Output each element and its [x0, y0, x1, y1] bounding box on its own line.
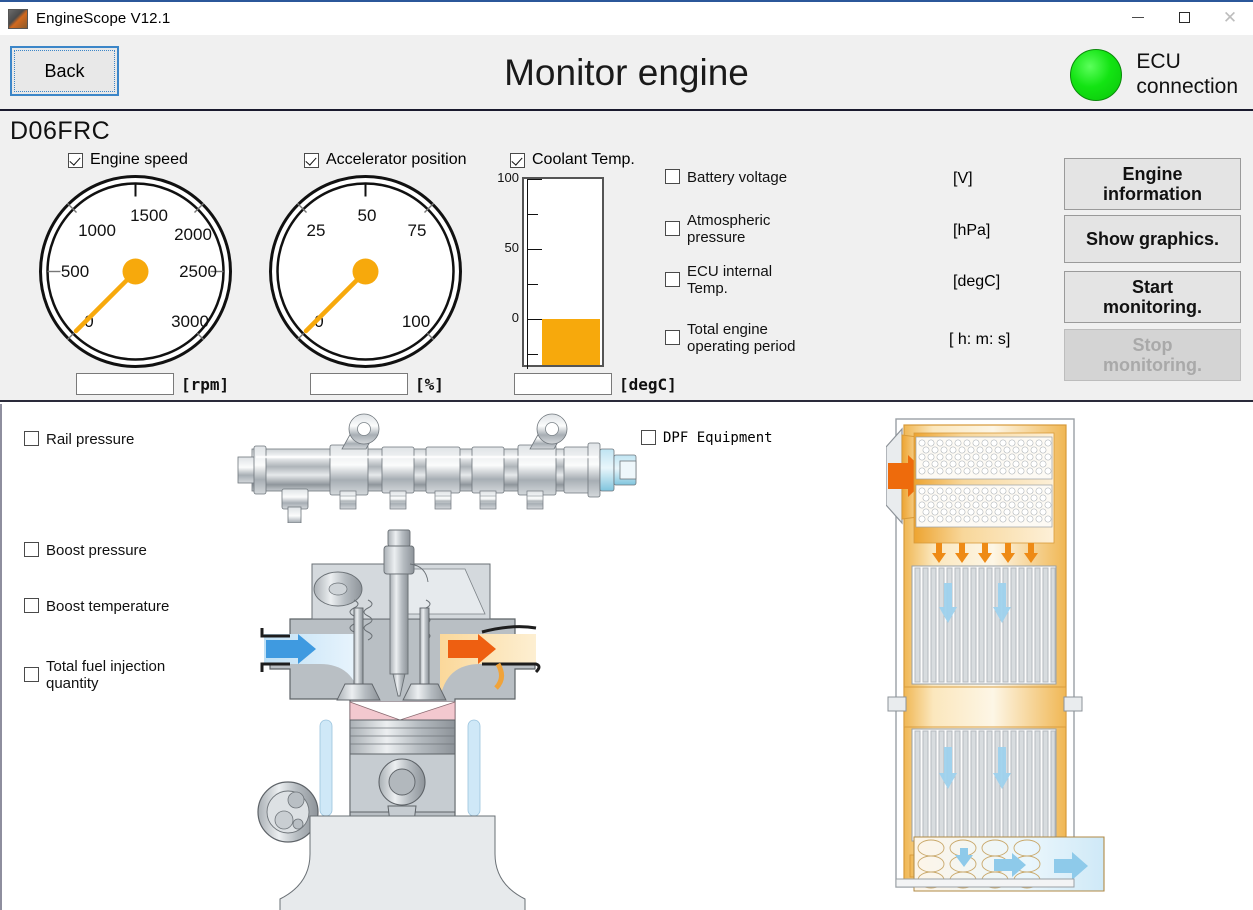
- svg-text:50: 50: [358, 206, 377, 225]
- accelerator-position-value-row: [%]: [310, 373, 444, 395]
- coolant-temp-checkbox-row[interactable]: Coolant Temp.: [510, 151, 635, 169]
- engine-speed-unit: [rpm]: [181, 375, 229, 394]
- coolant-temp-tick-100: 100: [493, 170, 519, 185]
- window-controls: ✕: [1115, 1, 1253, 36]
- minimize-icon[interactable]: [1115, 1, 1161, 34]
- battery-voltage-checkbox[interactable]: [665, 169, 680, 184]
- page-title: Monitor engine: [0, 35, 1253, 111]
- battery-voltage-label: Battery voltage: [687, 169, 787, 186]
- coolant-temp-value-field[interactable]: [514, 373, 612, 395]
- boost-pressure-label: Boost pressure: [46, 542, 147, 559]
- rail-pressure-label: Rail pressure: [46, 431, 134, 448]
- ecu-status-led-icon: [1070, 49, 1122, 101]
- coolant-temp-bar: 100 50 0: [496, 177, 616, 372]
- stop-monitoring-button: Stop monitoring.: [1064, 329, 1241, 381]
- engine-speed-label: Engine speed: [90, 151, 188, 169]
- dpf-filter-diagram: [886, 411, 1116, 895]
- svg-text:500: 500: [61, 262, 89, 281]
- coolant-temp-axis: [527, 179, 528, 369]
- checkbox-row-battery-voltage[interactable]: Battery voltage: [665, 169, 787, 186]
- svg-text:25: 25: [307, 221, 326, 240]
- common-rail-diagram: [230, 413, 648, 523]
- ecu-label-line1: ECU: [1136, 50, 1238, 75]
- monitor-parameters-panel: D06FRC Engine speed: [0, 111, 1253, 402]
- accelerator-position-checkbox[interactable]: [304, 153, 319, 168]
- window-title: EngineScope V12.1: [36, 10, 170, 27]
- close-icon[interactable]: ✕: [1207, 1, 1253, 34]
- accelerator-position-value-field[interactable]: [310, 373, 408, 395]
- maximize-icon[interactable]: [1161, 1, 1207, 34]
- accelerator-position-label: Accelerator position: [326, 151, 467, 169]
- accelerator-position-unit: [%]: [415, 375, 444, 394]
- checkbox-row-ecu-internal-temp[interactable]: ECU internal Temp.: [665, 263, 772, 298]
- total-engine-operating-period-label: Total engine operating period: [687, 321, 795, 356]
- coolant-temp-bar-frame: [522, 177, 604, 367]
- engine-diagram-panel: Rail pressure Boost pressure Boost tempe…: [0, 404, 1253, 910]
- gauge-engine-speed: Engine speed 0: [38, 151, 238, 391]
- engine-speed-checkbox[interactable]: [68, 153, 83, 168]
- app-icon: [8, 9, 28, 29]
- accelerator-position-checkbox-row[interactable]: Accelerator position: [304, 151, 467, 169]
- start-monitoring-button[interactable]: Start monitoring.: [1064, 271, 1241, 323]
- coolant-temp-tick-50: 50: [493, 240, 519, 255]
- total-engine-operating-period-unit: [ h: m: s]: [949, 331, 1010, 349]
- checkbox-row-total-engine-operating-period[interactable]: Total engine operating period: [665, 321, 795, 356]
- app-header: Monitor engine Back ECU connection: [0, 35, 1253, 111]
- svg-text:3000: 3000: [171, 312, 209, 331]
- svg-text:2500: 2500: [179, 262, 217, 281]
- ecu-connection-label: ECU connection: [1136, 50, 1238, 100]
- gauge-coolant-temp: Coolant Temp. 100 50 0 [d: [496, 151, 666, 391]
- coolant-temp-unit: [degC]: [619, 375, 677, 394]
- checkbox-row-atmospheric-pressure[interactable]: Atmospheric pressure: [665, 212, 770, 247]
- title-bar: EngineScope V12.1 ✕: [0, 0, 1253, 35]
- atmospheric-pressure-checkbox[interactable]: [665, 221, 680, 236]
- engine-speed-checkbox-row[interactable]: Engine speed: [68, 151, 188, 169]
- engine-cylinder-cross-section-diagram: [250, 524, 550, 910]
- ecu-internal-temp-checkbox[interactable]: [665, 272, 680, 287]
- svg-text:1000: 1000: [78, 221, 116, 240]
- engine-speed-value-field[interactable]: [76, 373, 174, 395]
- coolant-temp-checkbox[interactable]: [510, 153, 525, 168]
- atmospheric-pressure-label: Atmospheric pressure: [687, 212, 770, 247]
- coolant-temp-value-row: [degC]: [514, 373, 677, 395]
- coolant-temp-tick-0: 0: [493, 310, 519, 325]
- back-button[interactable]: Back: [10, 46, 119, 96]
- battery-voltage-unit: [V]: [953, 170, 973, 188]
- engine-model-label: D06FRC: [10, 117, 110, 146]
- application-window: EngineScope V12.1 ✕ Monitor engine Back …: [0, 0, 1253, 910]
- ecu-internal-temp-unit: [degC]: [953, 273, 1000, 291]
- total-engine-operating-period-checkbox[interactable]: [665, 330, 680, 345]
- svg-text:1500: 1500: [130, 206, 168, 225]
- checkbox-row-rail-pressure[interactable]: Rail pressure: [24, 431, 134, 448]
- total-fuel-injection-quantity-checkbox[interactable]: [24, 667, 39, 682]
- checkbox-row-boost-temperature[interactable]: Boost temperature: [24, 598, 169, 615]
- atmospheric-pressure-unit: [hPa]: [953, 222, 990, 240]
- boost-temperature-label: Boost temperature: [46, 598, 169, 615]
- boost-temperature-checkbox[interactable]: [24, 598, 39, 613]
- dpf-equipment-label: DPF Equipment: [663, 430, 773, 446]
- engine-speed-dial: 0 500 1000 1500 2000 2500 3000: [38, 174, 233, 369]
- rail-pressure-checkbox[interactable]: [24, 431, 39, 446]
- boost-pressure-checkbox[interactable]: [24, 542, 39, 557]
- coolant-temp-bar-fill: [542, 319, 600, 365]
- checkbox-row-dpf-equipment[interactable]: DPF Equipment: [641, 430, 773, 446]
- coolant-temp-label: Coolant Temp.: [532, 151, 635, 169]
- total-fuel-injection-quantity-label: Total fuel injection quantity: [46, 658, 165, 693]
- engine-information-button[interactable]: Engine information: [1064, 158, 1241, 210]
- engine-speed-value-row: [rpm]: [76, 373, 229, 395]
- accelerator-position-dial: 0 25 50 75 100: [268, 174, 463, 369]
- checkbox-row-boost-pressure[interactable]: Boost pressure: [24, 542, 147, 559]
- show-graphics-button[interactable]: Show graphics.: [1064, 215, 1241, 263]
- svg-text:75: 75: [408, 221, 427, 240]
- checkbox-row-total-fuel-injection-quantity[interactable]: Total fuel injection quantity: [24, 658, 165, 693]
- svg-text:100: 100: [402, 312, 430, 331]
- gauge-accelerator-position: Accelerator position 0 25: [268, 151, 468, 391]
- ecu-connection-status: ECU connection: [1070, 49, 1238, 101]
- ecu-label-line2: connection: [1136, 75, 1238, 100]
- ecu-internal-temp-label: ECU internal Temp.: [687, 263, 772, 298]
- svg-text:2000: 2000: [174, 225, 212, 244]
